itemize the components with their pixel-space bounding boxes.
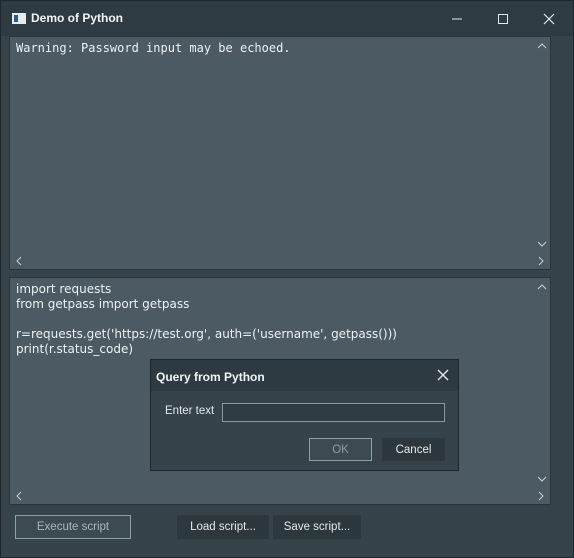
output-vertical-scrollbar[interactable]	[534, 37, 550, 253]
scroll-left-icon[interactable]	[14, 491, 24, 501]
dialog-title: Query from Python	[156, 370, 265, 384]
code-line: print(r.status_code)	[16, 342, 134, 356]
app-window-icon	[12, 13, 26, 24]
query-dialog: Query from Python Enter text OK Cancel	[150, 359, 459, 471]
code-text[interactable]: import requests from getpass import getp…	[16, 282, 532, 357]
code-line: import requests	[16, 282, 112, 296]
ok-button[interactable]: OK	[309, 438, 372, 461]
enter-text-input[interactable]	[222, 403, 445, 422]
scroll-down-icon[interactable]	[537, 474, 547, 484]
dialog-title-bar[interactable]: Query from Python	[151, 360, 458, 391]
code-horizontal-scrollbar[interactable]	[10, 488, 550, 504]
execute-script-button[interactable]: Execute script	[15, 515, 131, 539]
minimize-icon	[452, 18, 462, 19]
output-pane[interactable]: Warning: Password input may be echoed.	[9, 36, 551, 270]
output-horizontal-scrollbar[interactable]	[10, 253, 550, 269]
enter-text-label: Enter text	[165, 405, 215, 417]
scroll-up-icon[interactable]	[537, 41, 547, 51]
code-line: r=requests.get('https://test.org', auth=…	[16, 327, 397, 341]
title-bar[interactable]: Demo of Python	[1, 1, 573, 36]
scroll-up-icon[interactable]	[537, 282, 547, 292]
main-window: Demo of Python Warning: Password input m…	[0, 0, 574, 558]
close-button[interactable]	[526, 1, 572, 36]
scroll-left-icon[interactable]	[14, 256, 24, 266]
save-script-button[interactable]: Save script...	[273, 515, 361, 539]
scroll-down-icon[interactable]	[537, 239, 547, 249]
window-title: Demo of Python	[31, 11, 123, 25]
maximize-button[interactable]	[480, 1, 526, 36]
code-vertical-scrollbar[interactable]	[534, 278, 550, 488]
cancel-button[interactable]: Cancel	[382, 438, 445, 461]
close-icon	[543, 13, 555, 24]
dialog-close-icon[interactable]	[436, 368, 450, 382]
output-text: Warning: Password input may be echoed.	[16, 41, 291, 55]
code-line: from getpass import getpass	[16, 297, 190, 311]
minimize-button[interactable]	[434, 1, 480, 36]
load-script-button[interactable]: Load script...	[177, 515, 269, 539]
scroll-right-icon[interactable]	[536, 491, 546, 501]
maximize-icon	[498, 13, 508, 24]
scroll-right-icon[interactable]	[536, 256, 546, 266]
